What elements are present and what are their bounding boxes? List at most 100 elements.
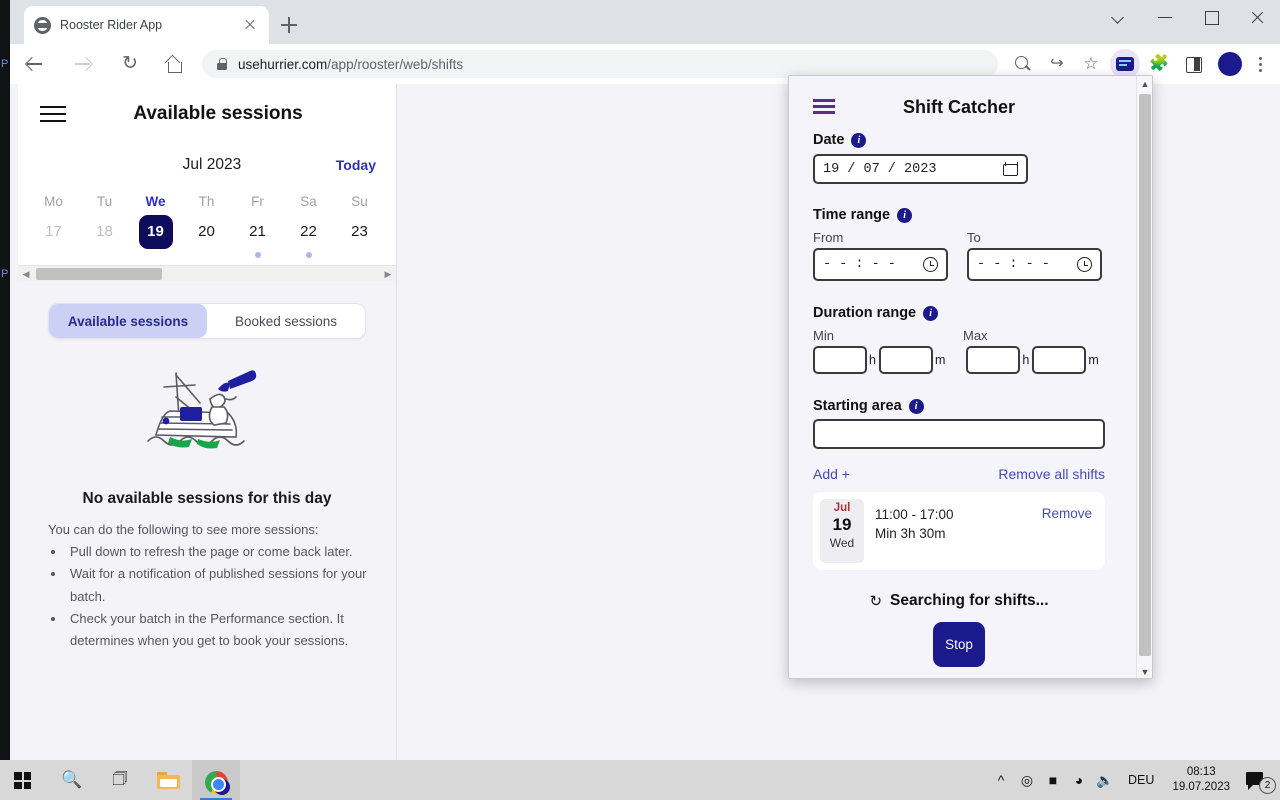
hints-list: Pull down to refresh the page or come ba… bbox=[66, 541, 372, 653]
duration-range-info-icon[interactable]: i bbox=[923, 306, 938, 321]
calendar-today-button[interactable]: Today bbox=[336, 157, 376, 173]
popup-scroll-thumb[interactable] bbox=[1139, 94, 1151, 656]
volume-icon[interactable]: 🔈 bbox=[1092, 760, 1118, 800]
close-window-button[interactable] bbox=[1234, 0, 1280, 32]
calendar-weekday: Sa bbox=[283, 186, 334, 215]
tab-title: Rooster Rider App bbox=[60, 18, 241, 32]
tab-booked-sessions[interactable]: Booked sessions bbox=[207, 304, 365, 338]
forward-icon[interactable] bbox=[66, 48, 98, 80]
calendar-scroll-thumb[interactable] bbox=[36, 268, 162, 280]
shift-remove-link[interactable]: Remove bbox=[1042, 499, 1098, 563]
starting-area-info-icon[interactable]: i bbox=[909, 399, 924, 414]
maximize-button[interactable] bbox=[1188, 0, 1234, 32]
calendar-day-cell[interactable]: 23 bbox=[334, 215, 385, 263]
language-indicator[interactable]: DEU bbox=[1118, 773, 1164, 787]
date-value: 19 / 07 / 2023 bbox=[823, 162, 936, 177]
popup-title: Shift Catcher bbox=[835, 97, 1083, 118]
address-bar[interactable]: usehurrier.com/app/rooster/web/shifts bbox=[202, 50, 998, 78]
clock-date: 19.07.2023 bbox=[1172, 780, 1230, 795]
calendar-weekday: Th bbox=[181, 186, 232, 215]
time-to-input[interactable]: - - : - - bbox=[967, 248, 1102, 281]
tab-strip: Rooster Rider App bbox=[10, 0, 1280, 44]
calendar-header: Jul 2023 Today bbox=[28, 144, 386, 186]
battery-icon[interactable]: ■ bbox=[1040, 760, 1066, 800]
popup-scrollbar[interactable]: ▲ ▼ bbox=[1136, 76, 1152, 679]
duration-max-minutes-input[interactable] bbox=[1032, 346, 1086, 374]
time-from-value: - - : - - bbox=[823, 257, 896, 272]
boat-with-lookout-illustration bbox=[140, 363, 275, 471]
date-input[interactable]: 19 / 07 / 2023 bbox=[813, 154, 1028, 184]
browser-tab[interactable]: Rooster Rider App bbox=[24, 6, 269, 44]
duration-max-hours-input[interactable] bbox=[966, 346, 1020, 374]
calendar-scroll-right-icon[interactable]: ▶ bbox=[380, 266, 396, 282]
calendar-day-cell[interactable]: 18 bbox=[79, 215, 130, 263]
side-panel-icon[interactable] bbox=[1178, 49, 1208, 79]
scroll-down-icon[interactable]: ▼ bbox=[1137, 664, 1153, 679]
chrome-menu-icon[interactable] bbox=[1248, 49, 1274, 79]
date-info-icon[interactable]: i bbox=[851, 133, 866, 148]
calendar-day-cell[interactable]: 17 bbox=[28, 215, 79, 263]
calendar-day-number: 18 bbox=[88, 215, 122, 249]
app-column: Available sessions Jul 2023 Today MoTuWe… bbox=[18, 84, 396, 760]
calendar-day-cell[interactable]: 19 bbox=[130, 215, 181, 263]
starting-area-label: Starting area i bbox=[813, 398, 1105, 414]
notification-count: 2 bbox=[1259, 777, 1276, 794]
calendar-scroll-left-icon[interactable]: ◀ bbox=[18, 266, 34, 282]
hints-lead: You can do the following to see more ses… bbox=[48, 522, 372, 537]
time-range-info-icon[interactable]: i bbox=[897, 208, 912, 223]
calendar-day-cell[interactable]: 21 bbox=[232, 215, 283, 263]
window-controls bbox=[1096, 0, 1280, 44]
tab-close-icon[interactable] bbox=[241, 16, 259, 34]
task-view-icon[interactable]: 🗇 bbox=[96, 760, 144, 800]
duration-max-minutes-unit: m bbox=[1088, 353, 1098, 367]
windows-taskbar: 🔍 🗇 ^ ◎ ■ ◕ 🔈 DEU 08:13 19.07.2023 2 bbox=[0, 760, 1280, 800]
start-icon[interactable] bbox=[0, 760, 48, 800]
chevron-up-icon[interactable]: ^ bbox=[988, 760, 1014, 800]
calendar-day-dot bbox=[255, 252, 261, 258]
new-tab-button[interactable] bbox=[278, 14, 300, 36]
calendar-day-number: 22 bbox=[292, 215, 326, 249]
tab-search-chevron-icon[interactable] bbox=[1096, 0, 1142, 32]
time-from-input[interactable]: - - : - - bbox=[813, 248, 948, 281]
duration-min-minutes-input[interactable] bbox=[879, 346, 933, 374]
calendar-weekday: Su bbox=[334, 186, 385, 215]
scroll-up-icon[interactable]: ▲ bbox=[1137, 76, 1153, 92]
url-text: usehurrier.com/app/rooster/web/shifts bbox=[238, 57, 463, 72]
calendar-scrollbar[interactable]: ◀ ▶ bbox=[18, 265, 396, 281]
starting-area-input[interactable] bbox=[813, 419, 1105, 449]
camera-icon[interactable]: ◎ bbox=[1014, 760, 1040, 800]
popup-header: Shift Catcher bbox=[813, 90, 1105, 124]
chrome-icon[interactable] bbox=[192, 760, 240, 800]
calendar-weekday: Mo bbox=[28, 186, 79, 215]
notifications-icon[interactable]: 2 bbox=[1238, 760, 1280, 800]
duration-min-hours-input[interactable] bbox=[813, 346, 867, 374]
stop-button[interactable]: Stop bbox=[933, 622, 985, 667]
tab-available-sessions[interactable]: Available sessions bbox=[49, 304, 207, 338]
calendar-day-cell[interactable]: 22 bbox=[283, 215, 334, 263]
clock-icon[interactable] bbox=[1077, 257, 1092, 272]
calendar-day-number: 20 bbox=[190, 215, 224, 249]
add-shift-link[interactable]: Add + bbox=[813, 466, 850, 482]
shift-date-block: Jul 19 Wed bbox=[820, 499, 864, 563]
wifi-icon[interactable]: ◕ bbox=[1066, 760, 1092, 800]
clock[interactable]: 08:13 19.07.2023 bbox=[1164, 765, 1238, 795]
time-from-label: From bbox=[813, 230, 948, 245]
calendar-picker-icon[interactable] bbox=[1003, 162, 1018, 176]
calendar-day-cell[interactable]: 20 bbox=[181, 215, 232, 263]
profile-avatar[interactable] bbox=[1218, 52, 1242, 76]
reload-icon[interactable]: ↻ bbox=[114, 48, 146, 80]
hamburger-icon[interactable] bbox=[813, 99, 835, 115]
empty-state: No available sessions for this day You c… bbox=[18, 339, 396, 653]
search-icon[interactable]: 🔍 bbox=[48, 760, 96, 800]
shift-card[interactable]: Jul 19 Wed 11:00 - 17:00 Min 3h 30m Remo… bbox=[813, 492, 1105, 570]
empty-state-title: No available sessions for this day bbox=[18, 490, 396, 508]
clock-icon[interactable] bbox=[923, 257, 938, 272]
minimize-button[interactable] bbox=[1142, 0, 1188, 32]
file-explorer-icon[interactable] bbox=[144, 760, 192, 800]
app-menu-icon[interactable] bbox=[40, 104, 66, 124]
back-icon[interactable] bbox=[18, 48, 50, 80]
home-icon[interactable] bbox=[158, 48, 190, 80]
shift-duration: Min 3h 30m bbox=[875, 524, 1042, 543]
remove-all-shifts-link[interactable]: Remove all shifts bbox=[998, 466, 1105, 482]
duration-min-label: Min bbox=[813, 328, 963, 343]
